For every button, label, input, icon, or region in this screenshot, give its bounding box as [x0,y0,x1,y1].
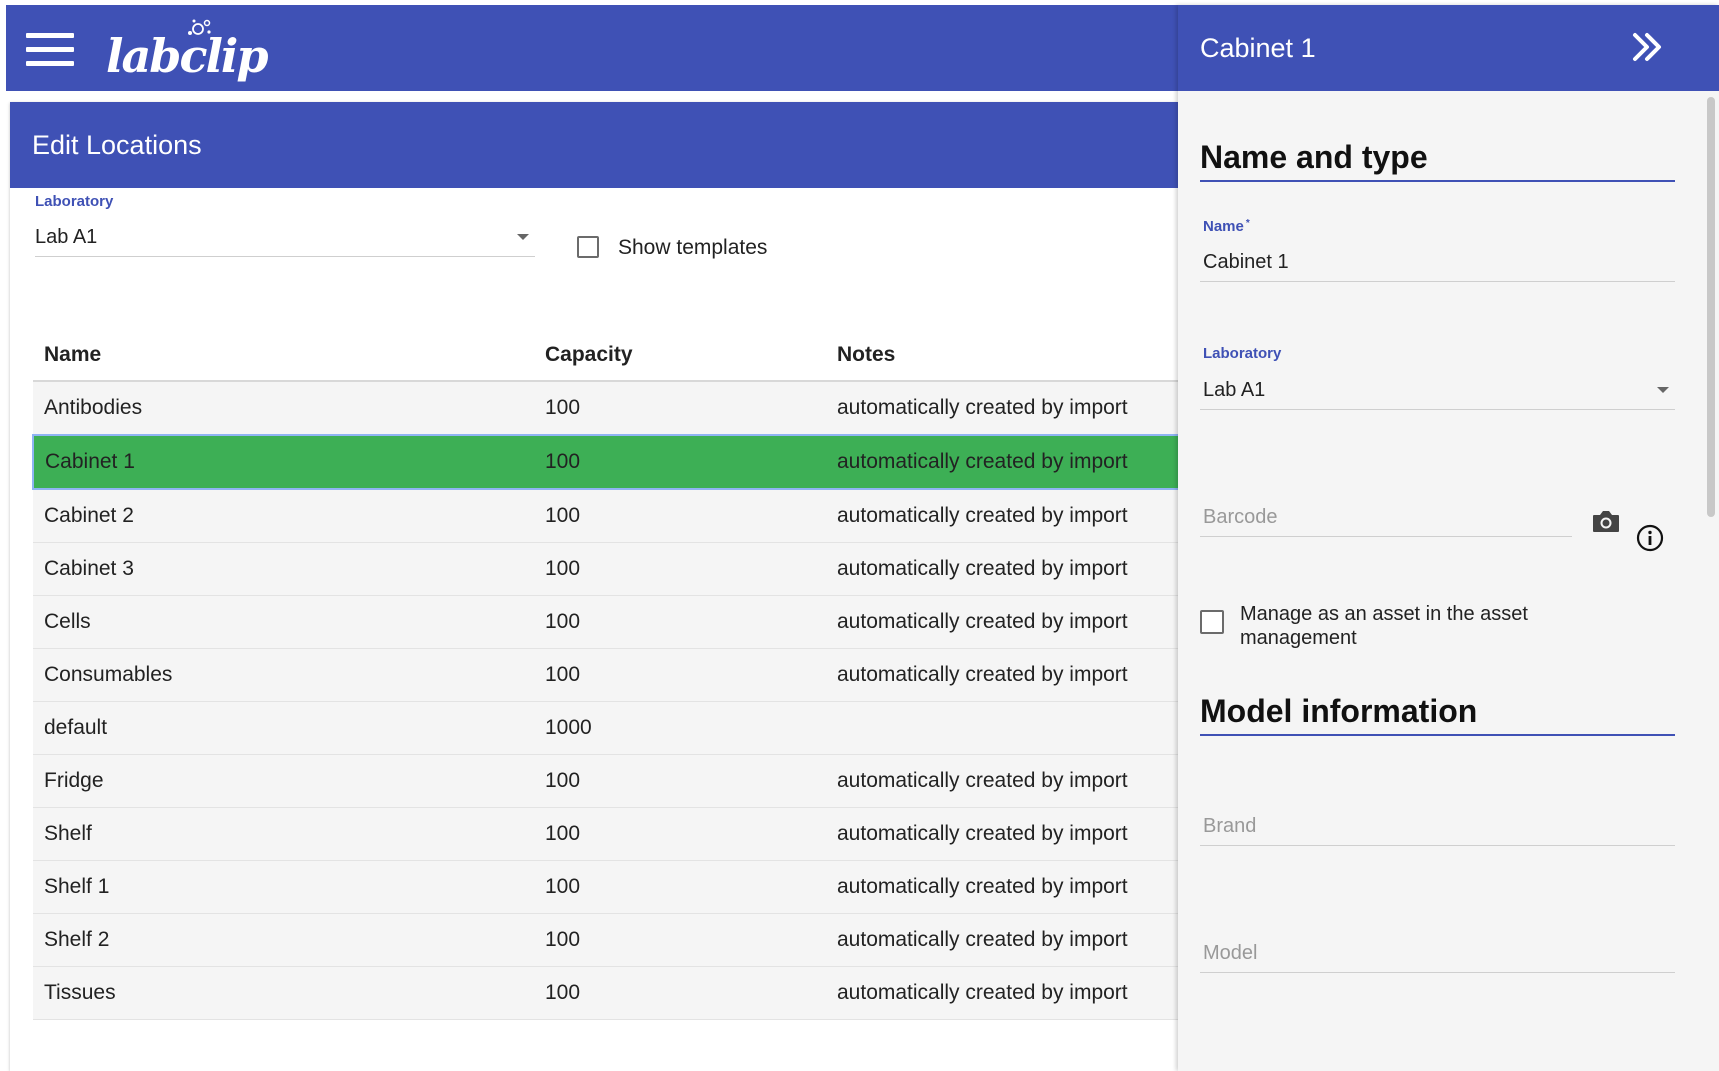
table-row[interactable]: default 1000 [33,701,1178,755]
cell-capacity: 100 [545,860,837,914]
cell-name: Antibodies [33,381,545,436]
cell-name: Fridge [33,754,545,808]
table-row[interactable]: Shelf 2 100 automatically created by imp… [33,913,1178,967]
edit-locations-card: Edit Locations Laboratory Lab A1 Show te… [10,102,1178,1071]
labclip-logo[interactable]: labclip [106,17,269,87]
panel-scrollbar[interactable] [1707,97,1715,517]
panel-laboratory-select[interactable]: Lab A1 [1200,375,1675,410]
table-row[interactable]: Cabinet 3 100 automatically created by i… [33,542,1178,596]
app-bar: labclip [6,5,1178,91]
cell-capacity: 100 [545,542,837,596]
show-templates-checkbox[interactable] [577,236,599,258]
cell-notes: automatically created by import [837,754,1178,808]
column-header-notes[interactable]: Notes [837,330,1178,382]
menu-icon[interactable] [26,33,76,69]
table-row[interactable]: Antibodies 100 automatically created by … [33,381,1178,436]
section-title-model-information: Model information [1200,693,1675,736]
cell-capacity: 100 [545,489,837,543]
cell-notes: automatically created by import [837,648,1178,702]
cell-notes: automatically created by import [837,434,1178,490]
cell-name: Shelf [33,807,545,861]
cell-name: Tissues [33,966,545,1020]
cell-capacity: 100 [545,913,837,967]
section-title-name-and-type: Name and type [1200,139,1675,182]
cell-notes: automatically created by import [837,966,1178,1020]
cell-capacity: 1000 [545,701,837,755]
page-title: Edit Locations [32,130,202,160]
cell-capacity: 100 [545,595,837,649]
brand-placeholder: Brand [1203,815,1257,837]
cell-notes: automatically created by import [837,542,1178,596]
cell-notes: automatically created by import [837,860,1178,914]
cell-notes: automatically created by import [837,489,1178,543]
info-icon[interactable] [1636,524,1664,552]
cell-notes: automatically created by import [837,913,1178,967]
table-row[interactable]: Shelf 1 100 automatically created by imp… [33,860,1178,914]
table-row[interactable]: Consumables 100 automatically created by… [33,648,1178,702]
table-row[interactable]: Tissues 100 automatically created by imp… [33,966,1178,1020]
required-mark: * [1245,218,1250,229]
cell-name: Shelf 2 [33,913,545,967]
panel-header: Cabinet 1 [1178,5,1719,91]
cell-notes [837,701,1178,755]
location-detail-panel: Cabinet 1 Name and type Name * Cabinet 1 … [1178,5,1719,1071]
camera-icon[interactable] [1591,508,1621,534]
cell-name: default [33,701,545,755]
double-chevron-right-icon[interactable] [1627,27,1667,67]
cell-name: Shelf 1 [33,860,545,914]
model-field[interactable]: Model [1200,938,1675,973]
model-placeholder: Model [1203,942,1258,964]
panel-laboratory-value: Lab A1 [1203,379,1266,401]
name-label: Name * [1203,218,1250,235]
cell-capacity: 100 [545,754,837,808]
cell-name: Cabinet 1 [32,434,545,490]
table-row[interactable]: Cabinet 2 100 automatically created by i… [33,489,1178,543]
page-header: Edit Locations [10,102,1178,188]
cell-capacity: 100 [545,434,837,490]
laboratory-label: Laboratory [35,193,114,210]
cell-name: Cabinet 3 [33,542,545,596]
asset-management-checkbox[interactable] [1200,610,1224,634]
laboratory-select-value: Lab A1 [35,226,98,248]
barcode-field[interactable]: Barcode [1200,502,1572,537]
name-label-text: Name [1203,218,1244,235]
name-field-value: Cabinet 1 [1203,251,1289,273]
table-header-row: Name Capacity Notes [33,330,1178,382]
locations-table: Name Capacity Notes Antibodies 100 autom… [32,330,1178,1020]
logo-bubbles-icon [188,19,211,35]
chevron-down-icon [517,234,529,240]
cell-notes: automatically created by import [837,807,1178,861]
panel-laboratory-label: Laboratory [1203,345,1282,362]
barcode-placeholder: Barcode [1203,506,1278,528]
brand-field[interactable]: Brand [1200,811,1675,846]
cell-notes: automatically created by import [837,595,1178,649]
cell-capacity: 100 [545,807,837,861]
panel-title: Cabinet 1 [1200,33,1316,63]
name-field[interactable]: Cabinet 1 [1200,247,1675,282]
table-row-selected[interactable]: Cabinet 1 100 automatically created by i… [32,434,1178,490]
chevron-down-icon [1657,387,1669,393]
laboratory-select[interactable]: Lab A1 [35,222,535,257]
cell-capacity: 100 [545,966,837,1020]
cell-capacity: 100 [545,648,837,702]
cell-name: Cabinet 2 [33,489,545,543]
column-header-capacity[interactable]: Capacity [545,330,837,382]
column-header-name[interactable]: Name [33,330,545,382]
show-templates-label[interactable]: Show templates [618,236,767,260]
cell-name: Cells [33,595,545,649]
table-row[interactable]: Shelf 100 automatically created by impor… [33,807,1178,861]
cell-notes: automatically created by import [837,381,1178,436]
cell-capacity: 100 [545,381,837,436]
cell-name: Consumables [33,648,545,702]
asset-management-label[interactable]: Manage as an asset in the asset manageme… [1240,602,1580,650]
table-row[interactable]: Fridge 100 automatically created by impo… [33,754,1178,808]
table-row[interactable]: Cells 100 automatically created by impor… [33,595,1178,649]
